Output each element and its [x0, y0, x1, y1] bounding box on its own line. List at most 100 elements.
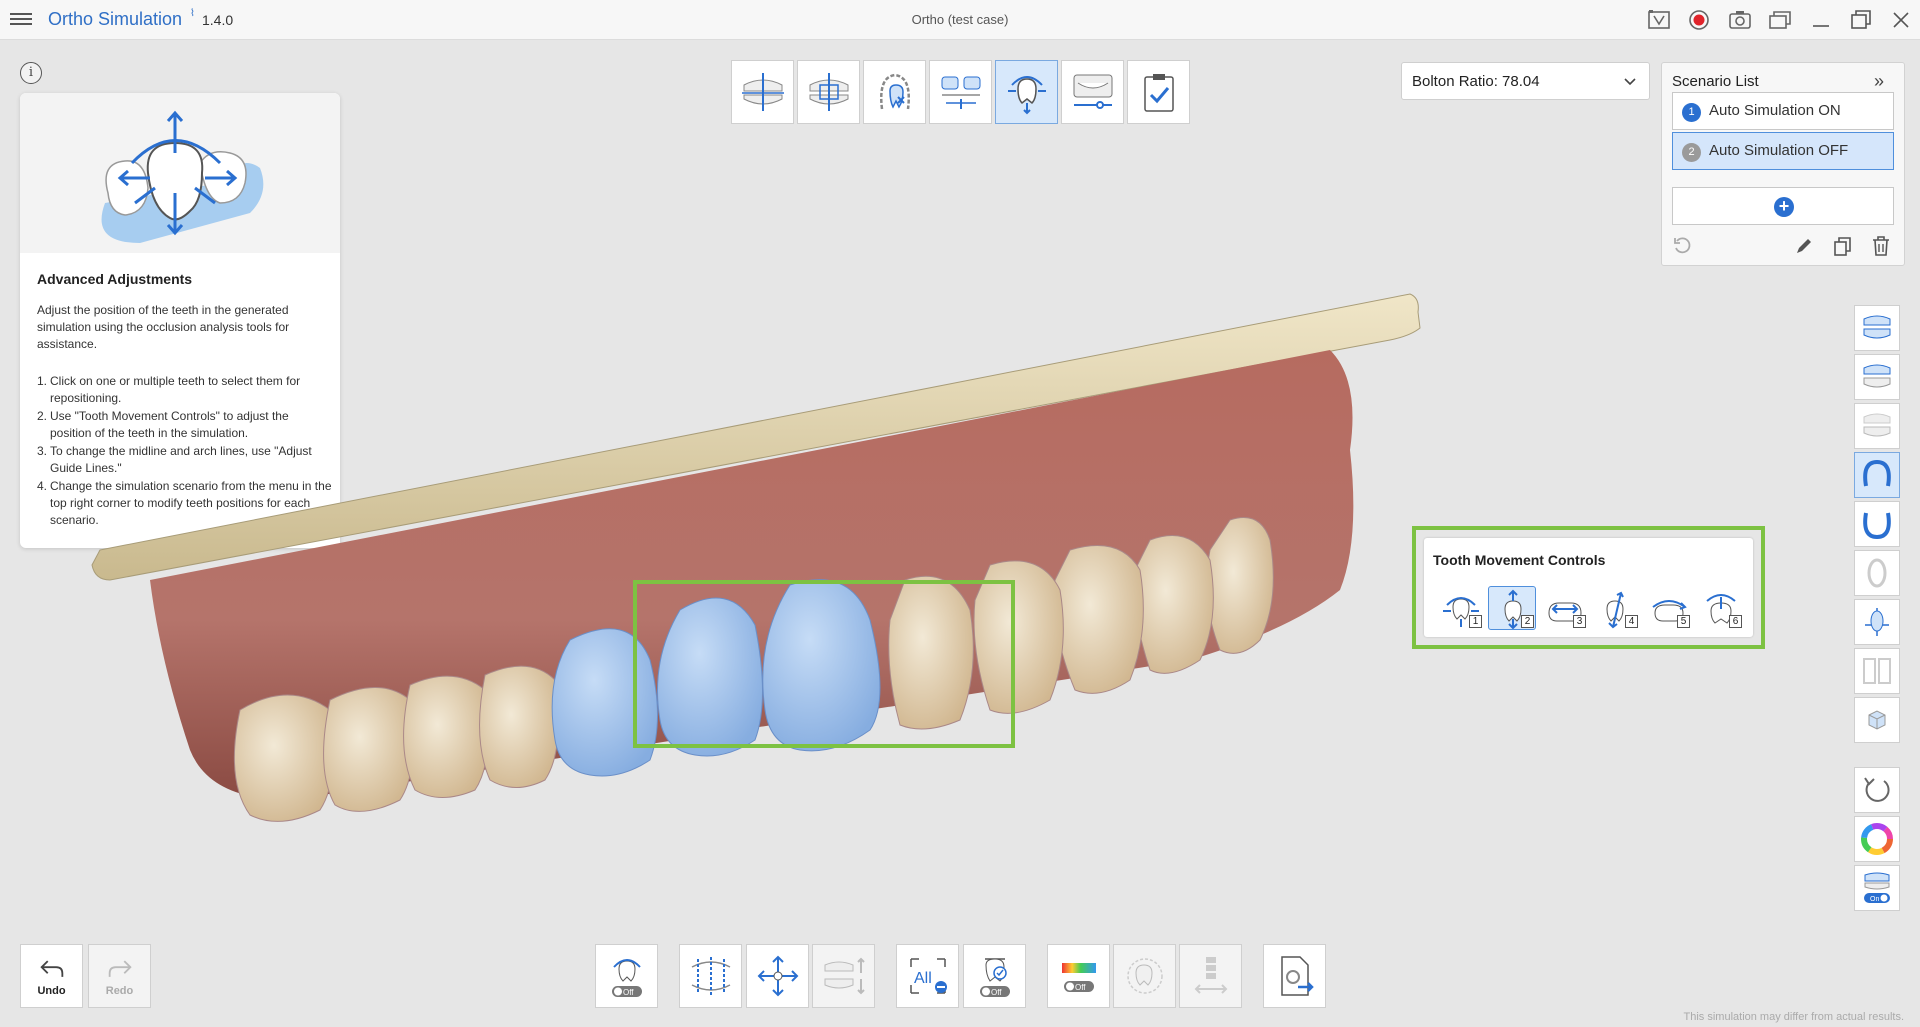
- view-lower-button[interactable]: [1854, 403, 1900, 449]
- arch-line-tool-icon: [809, 73, 848, 111]
- add-scenario-button[interactable]: +: [1672, 187, 1894, 225]
- bolton-ratio-dropdown[interactable]: Bolton Ratio: 78.04: [1401, 62, 1650, 100]
- segmentation-icon: [941, 76, 980, 109]
- info-button[interactable]: i: [20, 62, 42, 84]
- tooth-move-mode-1-button[interactable]: 1: [1436, 586, 1484, 630]
- occlusion-move-button[interactable]: [812, 944, 875, 1008]
- guide-icon[interactable]: [1646, 8, 1672, 32]
- advanced-adjustment-button[interactable]: [995, 60, 1058, 124]
- chevron-down-icon: [1624, 78, 1636, 86]
- tooth-movement-buttons: 1 2 3 4 5 6: [1436, 586, 1744, 630]
- both-jaws-icon: [1863, 315, 1891, 339]
- jaw-toggle-icon: On: [1864, 872, 1890, 903]
- edit-icon[interactable]: [1793, 235, 1815, 257]
- export-report-button[interactable]: [1263, 944, 1326, 1008]
- cube-view-button[interactable]: [1854, 697, 1900, 743]
- contact-view-button[interactable]: [1113, 944, 1176, 1008]
- scenario-item-auto-off[interactable]: 2 Auto Simulation OFF: [1672, 132, 1894, 170]
- smile-preview-icon: [1073, 74, 1112, 109]
- scenario-number-badge: 1: [1682, 103, 1701, 122]
- occlusion-map-toggle-button[interactable]: Off: [1047, 944, 1110, 1008]
- tooth-move-mode-3-button[interactable]: 3: [1540, 586, 1588, 630]
- view-upper-button[interactable]: [1854, 354, 1900, 400]
- show-original-toggle[interactable]: On: [1854, 865, 1900, 911]
- reset-icon[interactable]: [1672, 235, 1694, 257]
- view-upper-occlusal-button[interactable]: [1854, 452, 1900, 498]
- tooth-move-mode-2-button[interactable]: 2: [1488, 586, 1536, 630]
- axis-view-button[interactable]: [1854, 599, 1900, 645]
- scenario-list-panel: Scenario List » 1 Auto Simulation ON 2 A…: [1661, 62, 1905, 266]
- upper-occlusal-icon: [1863, 459, 1891, 487]
- mode-number: 5: [1677, 615, 1690, 628]
- mode-number: 6: [1729, 615, 1742, 628]
- mode-number: 1: [1469, 615, 1482, 628]
- restore-icon[interactable]: [1848, 8, 1874, 32]
- tooth-exclude-button[interactable]: [863, 60, 926, 124]
- move-all-button[interactable]: [746, 944, 809, 1008]
- redo-icon: [108, 960, 132, 977]
- color-map-button[interactable]: [1854, 816, 1900, 862]
- close-icon[interactable]: [1888, 8, 1914, 32]
- undo-button[interactable]: Undo: [20, 944, 83, 1008]
- rotate-reset-icon: [1864, 777, 1890, 802]
- view-side-button[interactable]: [1854, 550, 1900, 596]
- color-wheel-icon: [1861, 823, 1893, 855]
- midline-tool-button[interactable]: [731, 60, 794, 124]
- collapse-panel-icon[interactable]: »: [1874, 72, 1894, 91]
- all-label-text: All: [914, 970, 932, 987]
- smile-preview-button[interactable]: [1061, 60, 1124, 124]
- view-lower-occlusal-button[interactable]: [1854, 501, 1900, 547]
- off-badge-text: Off: [1075, 983, 1086, 992]
- redo-button[interactable]: Redo: [88, 944, 151, 1008]
- on-badge-text: On: [1870, 896, 1879, 903]
- tooth-movement-controls-panel: Tooth Movement Controls 1 2 3 4 5 6: [1424, 538, 1753, 637]
- record-icon[interactable]: [1686, 8, 1712, 32]
- tooth-movement-highlight-frame: Tooth Movement Controls 1 2 3 4 5 6: [1412, 526, 1765, 649]
- arch-line-tool-button[interactable]: [797, 60, 860, 124]
- arch-guide-button[interactable]: [679, 944, 742, 1008]
- lower-occlusal-icon: [1863, 512, 1891, 540]
- ipr-button[interactable]: [1179, 944, 1242, 1008]
- scenario-number-badge: 2: [1682, 143, 1701, 162]
- bolton-ratio-label: Bolton Ratio: 78.04: [1412, 73, 1540, 90]
- tooth-move-mode-4-button[interactable]: 4: [1592, 586, 1640, 630]
- tooth-move-mode-6-button[interactable]: 6: [1696, 586, 1744, 630]
- reset-view-button[interactable]: [1854, 767, 1900, 813]
- collision-toggle-button[interactable]: Off: [595, 944, 658, 1008]
- ipr-gap-icon: [1194, 957, 1227, 994]
- mode-number: 4: [1625, 615, 1638, 628]
- export-report-icon: [1280, 956, 1314, 996]
- view-upper-lower-button[interactable]: [1854, 305, 1900, 351]
- app-name: Ortho Simulation: [48, 9, 183, 29]
- disclaimer-note: This simulation may differ from actual r…: [1683, 1011, 1904, 1023]
- undo-icon: [39, 960, 63, 977]
- deselect-all-icon: All: [909, 958, 947, 994]
- duplicate-icon[interactable]: [1832, 235, 1854, 257]
- complete-icon: [1143, 74, 1174, 112]
- segmentation-button[interactable]: [929, 60, 992, 124]
- split-view-icon: [1863, 658, 1891, 684]
- lower-jaw-icon: [1863, 413, 1891, 437]
- tooth-lock-toggle-button[interactable]: Off: [963, 944, 1026, 1008]
- app-logo-icon: ⌇: [190, 8, 195, 19]
- 3d-viewport[interactable]: [90, 280, 1430, 840]
- split-view-button[interactable]: [1854, 648, 1900, 694]
- camera-icon[interactable]: [1727, 8, 1753, 32]
- document-title: Ortho (test case): [911, 12, 1009, 27]
- scenario-item-auto-on[interactable]: 1 Auto Simulation ON: [1672, 92, 1894, 130]
- app-version: 1.4.0: [202, 12, 234, 28]
- complete-button[interactable]: [1127, 60, 1190, 124]
- jaw-move-icon: [824, 957, 865, 995]
- minimize-icon[interactable]: [1808, 8, 1834, 32]
- title-bar: Ortho Simulation ⌇ 1.4.0 Ortho (test cas…: [0, 0, 1920, 40]
- scenario-label: Auto Simulation OFF: [1709, 142, 1849, 159]
- tooth-move-mode-5-button[interactable]: 5: [1644, 586, 1692, 630]
- menu-icon[interactable]: [10, 10, 32, 30]
- deselect-all-button[interactable]: All: [896, 944, 959, 1008]
- delete-icon[interactable]: [1870, 235, 1892, 257]
- screenshot-gallery-icon[interactable]: [1767, 8, 1793, 32]
- tooth-exclude-icon: [879, 73, 910, 110]
- plus-icon: +: [1774, 197, 1794, 217]
- mode-number: 2: [1521, 615, 1534, 628]
- help-illustration: [20, 93, 340, 253]
